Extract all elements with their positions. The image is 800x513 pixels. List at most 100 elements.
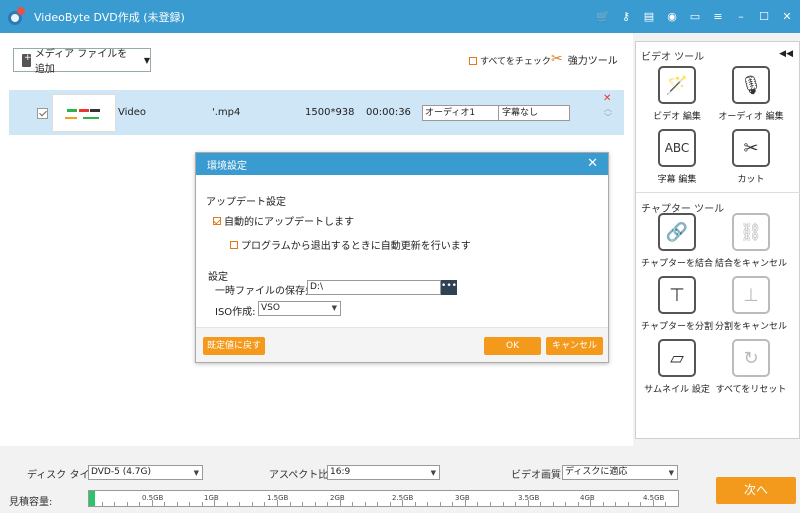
capacity-tick	[640, 502, 641, 506]
capacity-tick-label: 1GB	[204, 494, 219, 502]
dialog-close-icon[interactable]: ✕	[587, 156, 598, 171]
split-icon: ⊤	[658, 276, 696, 314]
check-all-checkbox[interactable]: すべてをチェック	[469, 54, 551, 67]
move-down-icon[interactable]: ﹀	[604, 112, 612, 123]
capacity-tick	[540, 502, 541, 506]
tools-icon: ✂	[551, 51, 563, 67]
check-all-label: すべてをチェック	[480, 57, 551, 67]
capacity-tick	[327, 502, 328, 506]
capacity-tick	[239, 502, 240, 506]
capacity-tick	[415, 502, 416, 506]
update-section-heading: アップデート設定	[206, 197, 286, 208]
capacity-tick	[477, 502, 478, 506]
capacity-tick	[127, 502, 128, 506]
capacity-tick	[490, 502, 491, 506]
audio-track-select[interactable]: オーディオ1	[422, 105, 499, 121]
aspect-value: 16:9	[330, 467, 351, 477]
unmerge-tool[interactable]: ⛓ 結合をキャンセル	[712, 213, 790, 269]
update-on-exit-checkbox[interactable]: プログラムから退出するときに自動更新を行います	[230, 237, 471, 252]
capacity-tick	[390, 502, 391, 506]
feedback-icon[interactable]: ▭	[688, 10, 702, 24]
auto-update-checkbox[interactable]: 自動的にアップデートします	[213, 213, 354, 228]
merge-chapter-tool[interactable]: 🔗 チャプターを結合	[638, 213, 716, 269]
media-row[interactable]: Video '.mp4 1500*938 00:00:36 オーディオ1 字幕な…	[9, 90, 624, 135]
key-icon[interactable]: ⚷	[619, 10, 633, 24]
reset-all-tool[interactable]: ↻ すべてをリセット	[712, 339, 790, 395]
tool-label: 分割をキャンセル	[714, 322, 787, 332]
document-icon[interactable]: ▤	[642, 10, 656, 24]
capacity-fill	[89, 491, 95, 506]
file-name: Video	[118, 107, 147, 118]
video-edit-tool[interactable]: 🪄 ビデオ 編集	[638, 66, 716, 122]
capacity-tick	[515, 502, 516, 506]
quality-value: ディスクに適応	[565, 467, 628, 477]
link-icon: 🔗	[658, 213, 696, 251]
power-tool-button[interactable]: ✂ 強力ツール	[551, 51, 618, 67]
iso-label: ISO作成:	[215, 307, 256, 318]
subtitle-edit-tool[interactable]: ABC 字幕 編集	[638, 129, 716, 185]
unlink-icon: ⛓	[732, 213, 770, 251]
capacity-tick	[365, 502, 366, 506]
chevron-down-icon: ▼	[430, 469, 436, 477]
capacity-tick	[189, 502, 190, 506]
ok-button[interactable]: OK	[484, 337, 541, 355]
maximize-icon[interactable]: ☐	[757, 10, 771, 24]
restore-defaults-button[interactable]: 既定値に戻す	[203, 337, 265, 355]
tools-panel: ビデオ ツール ◀◀ 🪄 ビデオ 編集 🎙 オーディオ 編集 ABC 字幕 編集…	[635, 41, 800, 439]
reset-icon: ↻	[732, 339, 770, 377]
add-media-button[interactable]: メディア ファイルを追加 ▼	[13, 48, 151, 75]
checkbox-box[interactable]	[230, 240, 238, 249]
capacity-tick	[665, 502, 666, 506]
row-checkbox[interactable]	[37, 108, 48, 119]
cancel-split-tool[interactable]: ⊥ 分割をキャンセル	[712, 276, 790, 332]
capacity-tick	[264, 502, 265, 506]
add-media-label: メディア ファイルを追加	[34, 49, 128, 75]
subtitle-select[interactable]: 字幕なし	[498, 105, 570, 121]
checkbox-box[interactable]	[213, 216, 221, 225]
checkbox-box[interactable]	[469, 56, 477, 65]
capacity-tick	[177, 502, 178, 506]
chevron-down-icon: ▼	[331, 304, 337, 312]
iso-select[interactable]: VSO ▼	[258, 301, 341, 316]
auto-update-label: 自動的にアップデートします	[224, 217, 354, 228]
browse-button[interactable]: •••	[441, 280, 457, 295]
disc-type-select[interactable]: DVD-5 (4.7G) ▼	[88, 465, 203, 480]
audio-edit-tool[interactable]: 🎙 オーディオ 編集	[712, 66, 790, 122]
aspect-label: アスペクト比:	[269, 470, 332, 481]
minimize-icon[interactable]: –	[734, 10, 748, 24]
tool-label: サムネイル 設定	[644, 385, 710, 395]
cart-icon[interactable]: 🛒	[596, 10, 610, 24]
capacity-tick	[202, 502, 203, 506]
cut-tool[interactable]: ✂ カット	[712, 129, 790, 185]
capacity-tick	[565, 502, 566, 506]
settings-section-heading: 設定	[208, 272, 228, 283]
capacity-tick	[503, 502, 504, 506]
quality-select[interactable]: ディスクに適応 ▼	[562, 465, 678, 480]
collapse-panel-icon[interactable]: ◀◀	[779, 49, 793, 59]
menu-icon[interactable]: ≡	[711, 10, 725, 24]
tool-label: オーディオ 編集	[718, 112, 784, 122]
capacity-tick	[440, 502, 441, 506]
microphone-icon: 🎙	[732, 66, 770, 104]
thumbnail-icon: ▱	[658, 339, 696, 377]
update-on-exit-label: プログラムから退出するときに自動更新を行います	[241, 241, 471, 252]
close-icon[interactable]: ✕	[780, 10, 794, 24]
tool-label: ビデオ 編集	[653, 112, 701, 122]
capacity-tick-label: 4.5GB	[643, 494, 665, 502]
capacity-tick-label: 0.5GB	[142, 494, 164, 502]
split-chapter-tool[interactable]: ⊤ チャプターを分割	[638, 276, 716, 332]
capacity-tick-label: 2.5GB	[392, 494, 414, 502]
next-button[interactable]: 次へ	[716, 477, 796, 504]
capacity-tick-label: 1.5GB	[267, 494, 289, 502]
thumbnail-setting-tool[interactable]: ▱ サムネイル 設定	[638, 339, 716, 395]
aspect-select[interactable]: 16:9 ▼	[327, 465, 440, 480]
tool-label: チャプターを結合	[641, 259, 713, 269]
chat-icon[interactable]: ◉	[665, 10, 679, 24]
capacity-tick	[452, 502, 453, 506]
power-tool-label: 強力ツール	[567, 55, 618, 67]
temp-path-input[interactable]: D:\	[307, 280, 441, 295]
capacity-tick	[678, 502, 679, 506]
cancel-button[interactable]: キャンセル	[546, 337, 603, 355]
scissors-icon: ✂	[732, 129, 770, 167]
capacity-tick	[102, 502, 103, 506]
